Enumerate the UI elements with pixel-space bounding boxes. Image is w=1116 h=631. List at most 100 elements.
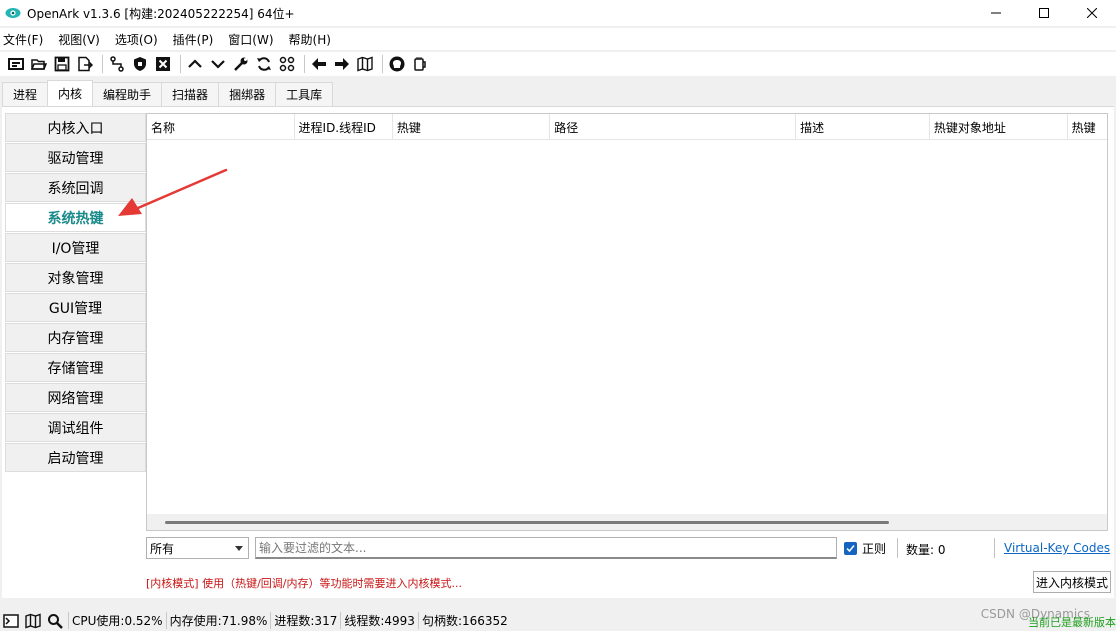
- sidebar-item-storage[interactable]: 存储管理: [5, 353, 146, 382]
- tab-toolkit[interactable]: 工具库: [275, 82, 334, 106]
- sidebar-item-network[interactable]: 网络管理: [5, 383, 146, 412]
- filter-input[interactable]: [255, 537, 837, 559]
- tab-bundler[interactable]: 捆绑器: [218, 82, 277, 106]
- kernel-sidebar: 内核入口 驱动管理 系统回调 系统热键 I/O管理 对象管理 GUI管理 内存管…: [5, 113, 146, 473]
- up-button[interactable]: [185, 54, 205, 74]
- sidebar-item-objects[interactable]: 对象管理: [5, 263, 146, 292]
- sidebar-item-callbacks[interactable]: 系统回调: [5, 173, 146, 202]
- search-icon: [48, 613, 63, 629]
- window-controls: [972, 0, 1116, 26]
- console-button[interactable]: [6, 54, 26, 74]
- save-icon: [54, 56, 70, 72]
- console-icon: [3, 613, 19, 628]
- maximize-icon: [1039, 8, 1049, 18]
- regex-label: 正则: [862, 542, 887, 556]
- tab-process[interactable]: 进程: [2, 82, 49, 106]
- table-header: 名称 进程ID.线程ID 热键 路径 描述 热键对象地址 热键: [147, 114, 1107, 140]
- hotkey-table[interactable]: 名称 进程ID.线程ID 热键 路径 描述 热键对象地址 热键: [146, 113, 1108, 531]
- down-button[interactable]: [208, 54, 228, 74]
- sidebar-item-memory[interactable]: 内存管理: [5, 323, 146, 352]
- back-button[interactable]: [309, 54, 329, 74]
- close-icon: [1087, 8, 1097, 18]
- chevron-up-icon: [188, 59, 202, 68]
- chevron-down-icon: [235, 546, 243, 551]
- shield-icon: [134, 57, 146, 71]
- map-icon: [357, 56, 373, 72]
- filter-scope-select[interactable]: 所有: [146, 537, 249, 559]
- toolbar-separator: [102, 55, 103, 73]
- console-status-button[interactable]: [2, 612, 20, 630]
- github-button[interactable]: [387, 54, 407, 74]
- tab-scanner[interactable]: 扫描器: [161, 82, 220, 106]
- kernel-mode-notice: [内核模式] 使用（热键/回调/内存）等功能时需要进入内核模式...: [146, 577, 462, 590]
- regex-checkbox[interactable]: 正则: [844, 540, 886, 557]
- menu-bar: 文件(F) 视图(V) 选项(O) 插件(P) 窗口(W) 帮助(H): [0, 28, 1116, 50]
- menu-plugins[interactable]: 插件(P): [173, 31, 221, 48]
- thread-count: 线程数:4993: [340, 612, 418, 629]
- column-header-hotkey[interactable]: 热键: [393, 114, 551, 140]
- column-header-path[interactable]: 路径: [550, 114, 797, 140]
- close-button[interactable]: [1068, 0, 1116, 26]
- process-count: 进程数:317: [270, 612, 340, 629]
- refresh-button[interactable]: [254, 54, 274, 74]
- column-header-hotkey-extra[interactable]: 热键: [1068, 114, 1107, 140]
- grid-button[interactable]: [277, 54, 297, 74]
- github-icon: [389, 56, 405, 72]
- column-header-pid-tid[interactable]: 进程ID.线程ID: [295, 114, 393, 140]
- settings-button[interactable]: [231, 54, 251, 74]
- map-button[interactable]: [355, 54, 375, 74]
- enter-kernel-mode-button[interactable]: 进入内核模式: [1033, 571, 1111, 593]
- arrow-right-icon: [335, 58, 349, 70]
- sidebar-item-gui[interactable]: GUI管理: [5, 293, 146, 322]
- minimize-button[interactable]: [972, 0, 1020, 26]
- menu-file[interactable]: 文件(F): [3, 31, 50, 48]
- tab-coder[interactable]: 编程助手: [92, 82, 163, 106]
- menu-options[interactable]: 选项(O): [115, 31, 165, 48]
- sidebar-item-kernel-entry[interactable]: 内核入口: [5, 113, 146, 142]
- sidebar-item-drivers[interactable]: 驱动管理: [5, 143, 146, 172]
- shield-button[interactable]: [130, 54, 150, 74]
- maximize-button[interactable]: [1020, 0, 1068, 26]
- column-header-name[interactable]: 名称: [147, 114, 295, 140]
- export-button[interactable]: [75, 54, 95, 74]
- column-header-description[interactable]: 描述: [796, 114, 930, 140]
- console-icon: [8, 58, 24, 70]
- minimize-icon: [991, 12, 1001, 14]
- menu-help[interactable]: 帮助(H): [289, 31, 338, 48]
- menu-view[interactable]: 视图(V): [58, 31, 107, 48]
- chevron-down-icon: [211, 60, 225, 69]
- grid-icon: [279, 56, 295, 72]
- search-status-button[interactable]: [46, 612, 64, 630]
- donate-button[interactable]: [410, 54, 430, 74]
- map-status-button[interactable]: [24, 612, 42, 630]
- save-button[interactable]: [52, 54, 72, 74]
- status-bar: CPU使用:0.52% 内存使用:71.98% 进程数:317 线程数:4993…: [0, 610, 1116, 631]
- result-count: 数量: 0: [906, 543, 946, 557]
- filter-bar: 所有 正则 数量: 0 Virtual-Key Codes: [146, 537, 1114, 561]
- arrow-left-icon: [312, 58, 326, 70]
- handle-count: 句柄数:166352: [417, 612, 511, 629]
- wrench-icon: [234, 57, 248, 71]
- toolbar-separator: [304, 55, 305, 73]
- sidebar-item-debug[interactable]: 调试组件: [5, 413, 146, 442]
- title-bar: OpenArk v1.3.6 [构建:202405222254] 64位+: [0, 0, 1116, 26]
- path-button[interactable]: [107, 54, 127, 74]
- open-button[interactable]: [29, 54, 49, 74]
- sidebar-item-hotkeys[interactable]: 系统热键: [5, 203, 146, 232]
- memory-usage: 内存使用:71.98%: [165, 612, 271, 629]
- divider: [994, 538, 995, 558]
- horizontal-scrollbar[interactable]: [147, 514, 1107, 530]
- forward-button[interactable]: [332, 54, 352, 74]
- sidebar-item-io[interactable]: I/O管理: [5, 233, 146, 262]
- menu-window[interactable]: 窗口(W): [228, 31, 280, 48]
- cpu-usage: CPU使用:0.52%: [68, 612, 166, 629]
- virtual-key-codes-link[interactable]: Virtual-Key Codes: [1004, 541, 1110, 555]
- column-header-hotkey-object-address[interactable]: 热键对象地址: [930, 114, 1068, 140]
- window-title: OpenArk v1.3.6 [构建:202405222254] 64位+: [27, 6, 295, 21]
- tab-kernel[interactable]: 内核: [47, 80, 94, 106]
- sidebar-item-startup[interactable]: 启动管理: [5, 443, 146, 472]
- kill-button[interactable]: [153, 54, 173, 74]
- scrollbar-thumb[interactable]: [165, 521, 889, 524]
- folder-open-icon: [31, 59, 47, 70]
- mug-icon: [414, 57, 426, 71]
